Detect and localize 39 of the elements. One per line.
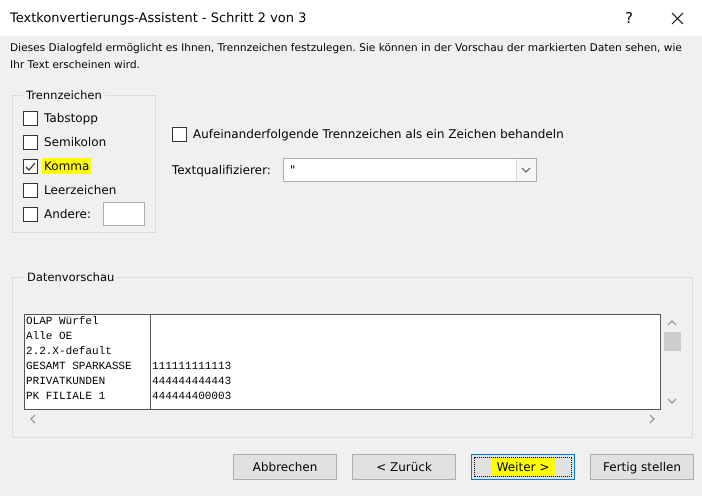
table-cell-text: 111111111113 — [151, 360, 232, 375]
scroll-right-icon[interactable] — [647, 414, 657, 424]
checkbox[interactable] — [172, 126, 187, 142]
scrollbar-thumb[interactable] — [664, 332, 680, 350]
table-cell: OLAP Würfel — [25, 315, 151, 330]
table-cell: GESAMT SPARKASSE — [25, 360, 151, 375]
checkbox-label[interactable]: Komma — [42, 158, 92, 174]
table-cell-text: 444444400003 — [151, 390, 232, 405]
checkbox-label[interactable]: Semikolon — [42, 134, 108, 150]
checkbox-label[interactable]: Tabstopp — [42, 110, 100, 126]
table-cell-text: 444444444443 — [151, 375, 232, 390]
dialog-button[interactable]: < Zurück — [352, 454, 456, 480]
table-cell: 2.2.X-default — [25, 345, 151, 360]
table-cell: PK FILIALE 1 — [25, 390, 151, 405]
dialog-button[interactable]: Fertig stellen — [590, 454, 694, 480]
window-title: Textkonvertierungs-Assistent - Schritt 2 von 3 — [10, 10, 308, 26]
description-text: Dieses Dialogfeld ermöglicht es Ihnen, Trennzeichen festzulegen. Sie können in der Vorschau der markierten Daten sehen, wie Ihr Text erscheinen wird. — [10, 41, 683, 73]
checkbox-label[interactable]: Leerzeichen — [42, 182, 118, 198]
qualifier-dropdown[interactable]: " — [282, 158, 537, 182]
checkbox[interactable] — [23, 134, 38, 150]
dialog-button[interactable]: Abbrechen — [233, 454, 337, 480]
table-cell: Alle OE — [25, 330, 151, 345]
checkbox-label[interactable]: Andere: — [42, 206, 93, 222]
scroll-down-icon[interactable] — [667, 396, 677, 406]
close-icon[interactable] — [670, 12, 684, 24]
qualifier-label: Textqualifizierer: — [172, 163, 271, 177]
table-cell: PRIVATKUNDEN — [25, 375, 151, 390]
scroll-up-icon[interactable] — [667, 318, 677, 328]
dialog-button[interactable]: Weiter > — [471, 454, 575, 480]
checkbox[interactable] — [23, 110, 38, 126]
group-title: Datenvorschau — [26, 270, 116, 284]
checkbox[interactable] — [23, 206, 38, 222]
help-button[interactable]: ? — [606, 0, 652, 36]
input-field[interactable] — [102, 202, 145, 226]
checkbox-label[interactable]: Aufeinanderfolgende Trennzeichen als ein Zeichen behandeln — [190, 126, 566, 142]
group-title: Trennzeichen — [25, 88, 103, 102]
checkbox[interactable] — [23, 182, 38, 198]
scroll-left-icon[interactable] — [28, 414, 38, 424]
checkbox[interactable] — [23, 158, 38, 174]
